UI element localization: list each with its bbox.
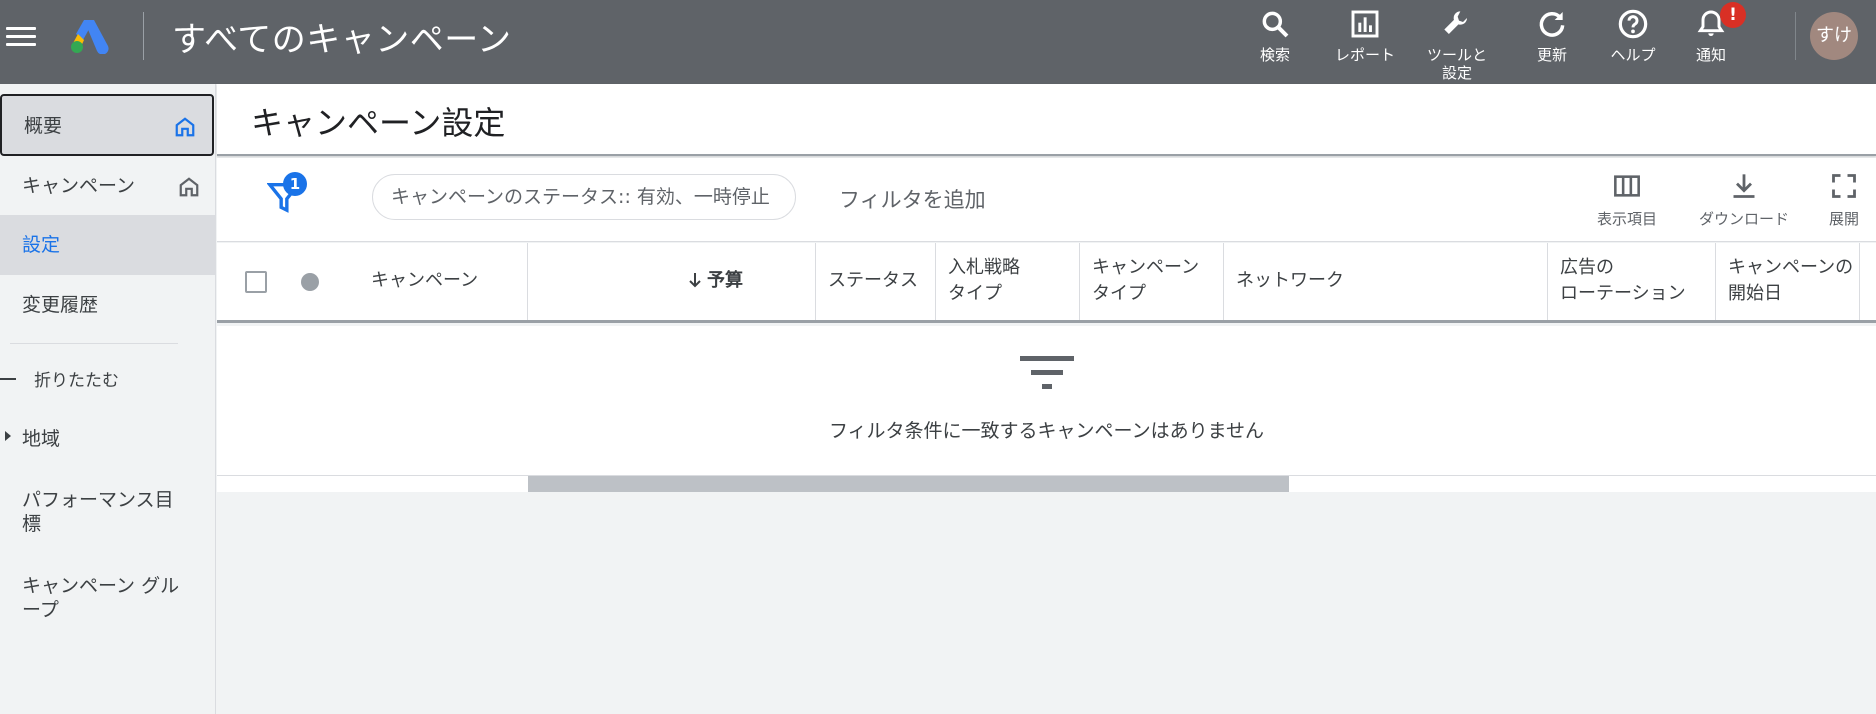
region-label: 地域 [22,428,61,450]
columns-label: 表示項目 [1597,210,1658,228]
notifications-button[interactable]: 通知 ! [1666,2,1756,64]
sidebar-item-label: 変更履歴 [22,294,99,316]
filter-list-icon [1020,356,1074,389]
search-icon [1262,11,1289,38]
sidebar-item-label: 概要 [24,115,63,137]
table-header: キャンペーン 予算 ステータス 入札戦略 タイプ キャンペーン タイプ ネットワ… [217,243,1876,323]
sidebar: 概要 キャンペーン 設定 変更履歴 折りたたむ 地域 パフォーマンス目標 キャン… [0,84,216,714]
notifications-label: 通知 [1695,46,1726,64]
sidebar-item-history[interactable]: 変更履歴 [0,275,216,335]
home-icon [175,117,195,137]
help-icon [1618,9,1648,39]
column-header-network[interactable]: ネットワーク [1223,243,1547,320]
top-divider [143,12,144,60]
fullscreen-icon [1832,174,1856,198]
sidebar-item-settings[interactable]: 設定 [0,215,216,275]
table-toolbar: 1 キャンペーンのステータス:: 有効、一時停止 フィルタを追加 表示項目 ダウ… [217,158,1876,242]
columns-icon [1614,175,1640,197]
page-title: すべてのキャンペーン [172,20,512,60]
column-header-campaign[interactable]: キャンペーン [371,243,527,320]
main-content: キャンペーン設定 1 キャンペーンのステータス:: 有効、一時停止 フィルタを追… [217,84,1876,714]
help-button[interactable]: ヘルプ [1588,8,1678,64]
section-title: キャンペーン設定 [251,104,506,142]
report-label: レポート [1334,46,1395,64]
google-ads-logo[interactable] [70,18,110,54]
menu-icon[interactable] [6,22,38,50]
scrollbar-thumb[interactable] [528,476,1289,492]
home-icon [179,177,199,197]
sidebar-divider [10,343,178,344]
help-label: ヘルプ [1610,46,1656,64]
download-icon [1733,174,1755,198]
top-divider-right [1795,12,1796,60]
budget-label: 予算 [707,270,743,291]
column-header-ad-rotation[interactable]: 広告の ローテーション [1547,243,1715,320]
sidebar-item-label: 設定 [22,234,61,256]
expand-label: 展開 [1829,210,1860,228]
avatar[interactable]: すけ [1810,12,1858,60]
empty-state: フィルタ条件に一致するキャンペーンはありません [217,326,1876,476]
tools-label: ツールと 設定 [1426,46,1487,82]
wrench-icon [1444,11,1467,35]
collapse-icon [0,378,16,380]
notification-badge: ! [1720,2,1746,28]
report-icon [1351,10,1379,38]
select-all-checkbox[interactable] [245,271,267,293]
columns-button[interactable]: 表示項目 [1597,172,1657,229]
sidebar-item-campaign-groups[interactable]: キャンペーン グループ [22,574,192,622]
filter-count-badge: 1 [283,172,307,196]
top-bar: すべてのキャンペーン 検索 レポート ツールと 設定 更新 ヘルプ 通知 ! す… [0,0,1876,84]
page-header: キャンペーン設定 [217,84,1876,156]
add-filter-button[interactable]: フィルタを追加 [839,184,986,214]
report-button[interactable]: レポート [1320,8,1410,64]
expand-arrow-icon [5,431,11,441]
column-header-bid-strategy-type[interactable]: 入札戦略 タイプ [935,243,1079,320]
tools-button[interactable]: ツールと 設定 [1412,8,1502,82]
search-button[interactable]: 検索 [1230,8,1320,64]
column-header-budget[interactable]: 予算 [527,243,815,320]
download-label: ダウンロード [1699,210,1790,228]
column-header-campaign-type[interactable]: キャンペーン タイプ [1079,243,1223,320]
sidebar-item-performance-goals[interactable]: パフォーマンス目標 [22,488,192,536]
sidebar-item-overview[interactable]: 概要 [0,94,214,156]
download-button[interactable]: ダウンロード [1699,172,1789,229]
collapse-label: 折りたたむ [34,371,119,391]
refresh-icon [1539,12,1565,37]
search-label: 検索 [1259,46,1290,64]
column-header-overflow[interactable] [1859,243,1876,320]
empty-message: フィルタ条件に一致するキャンペーンはありません [828,420,1265,442]
column-header-status[interactable]: ステータス [815,243,935,320]
sidebar-item-campaigns[interactable]: キャンペーン [0,156,216,216]
sort-down-icon [689,273,701,288]
expand-button[interactable]: 展開 [1829,172,1859,229]
column-header-start-date[interactable]: キャンペーンの 開始日 [1715,243,1859,320]
refresh-label: 更新 [1536,46,1567,64]
status-filter-chip[interactable]: キャンペーンのステータス:: 有効、一時停止 [372,174,796,220]
status-column-icon [301,273,319,291]
sidebar-item-label: キャンペーン [22,175,136,197]
refresh-button[interactable]: 更新 [1507,8,1597,64]
